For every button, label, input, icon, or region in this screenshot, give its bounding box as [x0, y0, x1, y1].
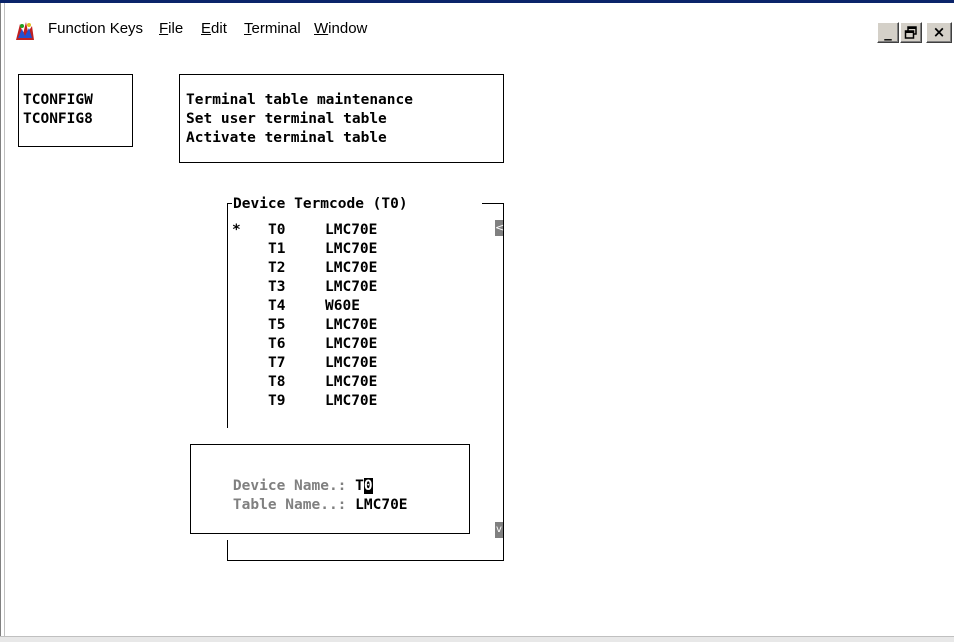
- device-list-row[interactable]: T2 LMC70E: [232, 259, 487, 278]
- restore-button[interactable]: [900, 22, 922, 43]
- panel-border: [227, 540, 228, 560]
- device-id: T7: [268, 355, 286, 371]
- program-item[interactable]: TCONFIG8: [23, 110, 93, 129]
- menu-window[interactable]: Window: [314, 20, 367, 37]
- device-id: T4: [268, 298, 286, 314]
- menu-file-label: ile: [168, 20, 184, 37]
- device-list-row[interactable]: T8 LMC70E: [232, 373, 487, 392]
- device-list-row[interactable]: T4 W60E: [232, 297, 487, 316]
- panel-border: [227, 203, 228, 428]
- termcode: LMC70E: [325, 222, 378, 238]
- window-bottom-border: [0, 636, 954, 642]
- device-id: T1: [268, 241, 286, 257]
- device-id: T3: [268, 279, 286, 295]
- minimize-button[interactable]: _: [877, 22, 899, 43]
- device-list-row[interactable]: T3 LMC70E: [232, 278, 487, 297]
- device-id: T2: [268, 260, 286, 276]
- menu-edit-mnemonic: E: [201, 20, 212, 37]
- termcode: LMC70E: [325, 317, 378, 333]
- menu-terminal-label: erminal: [251, 20, 301, 37]
- device-id: T8: [268, 374, 286, 390]
- termcode: LMC70E: [325, 374, 378, 390]
- device-list-row[interactable]: T5 LMC70E: [232, 316, 487, 335]
- program-item[interactable]: TCONFIGW: [23, 91, 93, 110]
- selection-marker: *: [232, 222, 241, 238]
- table-name-row: Table Name..: LMC70E: [198, 477, 408, 534]
- device-id: T9: [268, 393, 286, 409]
- menu-edit-label: dit: [211, 20, 227, 37]
- menu-terminal[interactable]: Terminal: [244, 20, 301, 37]
- program-list-box: TCONFIGW TCONFIG8: [18, 74, 133, 147]
- device-list-row[interactable]: T7 LMC70E: [232, 354, 487, 373]
- description-line: Activate terminal table: [186, 130, 387, 146]
- termcode: LMC70E: [325, 279, 378, 295]
- description-line: Set user terminal table: [186, 111, 387, 127]
- device-list-row[interactable]: * T0 LMC70E: [232, 221, 487, 240]
- menu-window-mnemonic: W: [314, 20, 329, 37]
- menu-terminal-mnemonic: T: [244, 20, 252, 37]
- panel-border: [482, 203, 503, 204]
- device-list-row[interactable]: T9 LMC70E: [232, 392, 487, 411]
- termcode: LMC70E: [325, 241, 378, 257]
- app-logo-icon[interactable]: [14, 20, 36, 42]
- description-line: Terminal table maintenance: [186, 92, 413, 108]
- scroll-down-icon: v: [496, 524, 502, 535]
- minimize-icon: _: [884, 23, 892, 41]
- menu-window-label: indow: [328, 20, 368, 37]
- table-name-label: Table Name..:: [232, 497, 347, 513]
- close-button[interactable]: ×: [926, 22, 952, 43]
- menu-file-mnemonic: F: [159, 20, 169, 37]
- table-name-value[interactable]: LMC70E: [355, 497, 407, 513]
- device-list-row[interactable]: T6 LMC70E: [232, 335, 487, 354]
- scroll-up-button[interactable]: <: [495, 220, 505, 236]
- termcode: LMC70E: [325, 393, 378, 409]
- menu-function-keys[interactable]: Function Keys: [48, 20, 143, 37]
- device-detail-box: Device Name.: T0 Table Name..: LMC70E: [190, 444, 470, 534]
- termcode: W60E: [325, 298, 360, 314]
- window-left-border: [0, 3, 5, 641]
- device-id: T0: [268, 222, 286, 238]
- scroll-up-icon: <: [495, 221, 505, 234]
- scroll-down-button[interactable]: v: [495, 522, 503, 538]
- device-id: T5: [268, 317, 286, 333]
- restore-icon: [904, 26, 917, 39]
- device-list-row[interactable]: T1 LMC70E: [232, 240, 487, 259]
- termcode: LMC70E: [325, 355, 378, 371]
- termcode: LMC70E: [325, 336, 378, 352]
- device-id: T6: [268, 336, 286, 352]
- program-description-box: Terminal table maintenance Set user term…: [179, 74, 504, 163]
- menu-bar: Function Keys File Edit Terminal Window …: [0, 3, 954, 45]
- device-list-title: Device Termcode (T0): [232, 195, 409, 214]
- close-icon: ×: [932, 23, 946, 41]
- menu-edit[interactable]: Edit: [201, 20, 227, 37]
- menu-file[interactable]: File: [159, 20, 183, 37]
- termcode: LMC70E: [325, 260, 378, 276]
